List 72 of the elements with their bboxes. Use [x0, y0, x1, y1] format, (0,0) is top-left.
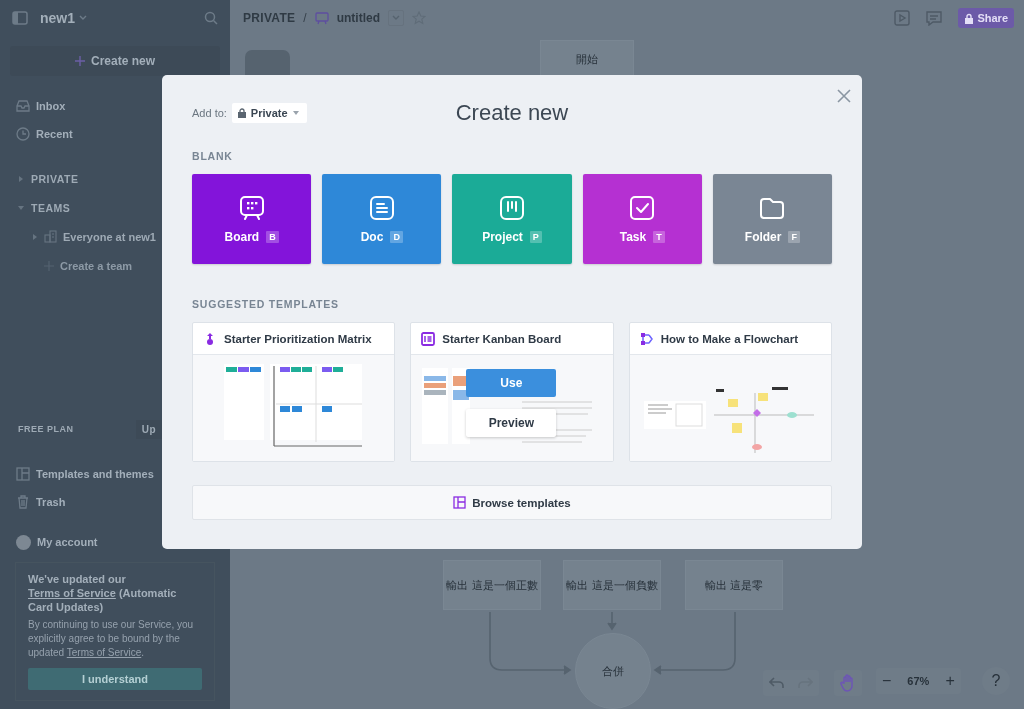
shortcut-key: P [529, 231, 542, 243]
comment-icon[interactable] [926, 10, 943, 26]
board-name[interactable]: untitled [336, 11, 380, 25]
understand-button[interactable]: I understand [28, 668, 202, 690]
sidebar-toggle-icon[interactable] [12, 11, 28, 25]
location-dropdown[interactable]: Private [231, 103, 307, 123]
workspace-name[interactable]: new1 [40, 10, 192, 26]
caret-icon [292, 111, 299, 115]
lock-icon [964, 12, 975, 24]
recent-icon [15, 126, 31, 142]
notice-text: By continuing to use our Service, you explicitly agree to be bound by the updated Terms of Service. [28, 618, 195, 660]
add-to-label: Add to: [192, 107, 227, 119]
lock-icon [237, 108, 246, 118]
shortcut-key: T [653, 231, 665, 243]
template-card[interactable]: Starter Kanban Board Use Preview [410, 322, 614, 462]
avatar-icon [16, 534, 31, 550]
connector-arrow [607, 611, 617, 631]
flowchart-node: 輸出 這是零 [685, 560, 783, 610]
section-heading: BLANK [192, 150, 234, 162]
help-button[interactable]: ? [985, 668, 1007, 694]
search-icon[interactable] [204, 11, 218, 25]
present-icon[interactable] [894, 10, 911, 26]
template-action-button[interactable]: Preview [466, 409, 557, 437]
folder-tile[interactable]: Folder F [712, 174, 832, 264]
plus-icon [75, 56, 85, 66]
flowchart-node: 合併 [575, 633, 651, 709]
notice-title: We've updated our Terms of Service (Automatic Card Updates) [28, 572, 178, 614]
trash-icon [15, 494, 31, 510]
project-tile[interactable]: Project P [452, 174, 572, 264]
building-icon [44, 230, 57, 243]
browse-templates-button[interactable]: Browse templates [192, 485, 832, 520]
template-card[interactable]: Starter Prioritization Matrix [192, 322, 396, 462]
template-title: Starter Prioritization Matrix [224, 332, 372, 345]
board-icon [237, 194, 266, 222]
doc-icon [367, 194, 396, 222]
create-new-button[interactable]: Create new [10, 46, 220, 76]
template-title: Starter Kanban Board [442, 332, 562, 345]
inbox-icon [15, 98, 31, 114]
doc-tile[interactable]: Doc D [322, 174, 442, 264]
board-icon [314, 11, 329, 25]
task-tile[interactable]: Task T [582, 174, 702, 264]
flowchart-icon [639, 331, 654, 346]
hand-icon [840, 674, 856, 692]
section-heading: SUGGESTED TEMPLATES [192, 298, 340, 310]
board-tile[interactable]: Board B [192, 174, 312, 264]
templates-icon [15, 466, 31, 482]
shortcut-key: F [788, 231, 800, 243]
sidebar-nav-item[interactable]: Templates and themes [0, 460, 230, 488]
zoom-out-button[interactable]: − [876, 668, 898, 694]
task-icon [628, 194, 657, 222]
template-action-button[interactable]: Use [466, 369, 557, 397]
dialog-title: Create new [455, 100, 569, 126]
upgrade-button[interactable]: Up [135, 419, 162, 439]
flowchart-node: 開始 [540, 40, 634, 78]
zoom-level: 67% [906, 675, 931, 687]
chevron-icon [79, 15, 87, 21]
sidebar-nav-item[interactable]: Recent [0, 120, 230, 148]
kanban-icon [421, 331, 436, 346]
breadcrumb-link[interactable]: PRIVATE [243, 11, 296, 25]
template-title: How to Make a Flowchart [660, 332, 799, 345]
templates-icon [453, 496, 467, 509]
undo-icon [769, 676, 785, 690]
zoom-in-button[interactable]: + [939, 668, 961, 694]
plan-label: FREE PLAN [18, 424, 74, 434]
breadcrumb-separator: / [303, 11, 307, 25]
shortcut-key: D [390, 231, 403, 243]
template-card[interactable]: How to Make a Flowchart [628, 322, 832, 462]
terms-link[interactable]: Terms of Service [28, 587, 116, 599]
shortcut-key: B [266, 231, 279, 243]
account-link[interactable]: My account [0, 530, 230, 554]
share-button[interactable]: Share [958, 8, 1014, 28]
project-icon [498, 194, 526, 222]
